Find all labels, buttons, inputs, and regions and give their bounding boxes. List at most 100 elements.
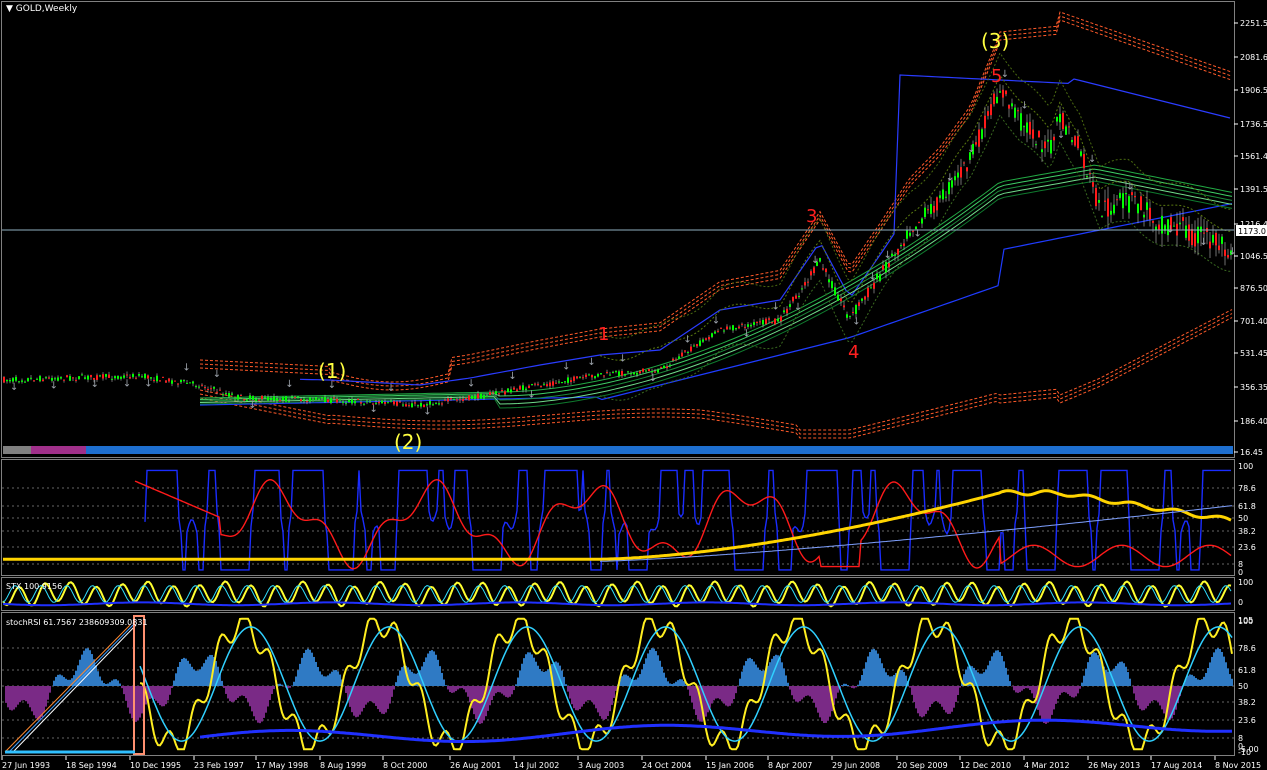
candle-body[interactable] — [513, 387, 515, 390]
candle-body[interactable] — [402, 404, 404, 406]
candle-body[interactable] — [405, 404, 407, 407]
candle-body[interactable] — [213, 387, 215, 389]
candle-body[interactable] — [495, 391, 497, 394]
candle-body[interactable] — [396, 401, 398, 406]
candle-body[interactable] — [345, 402, 347, 404]
candle-body[interactable] — [597, 374, 599, 377]
candle-body[interactable] — [999, 91, 1001, 93]
candle-body[interactable] — [894, 254, 896, 256]
candle-body[interactable] — [1137, 203, 1139, 214]
signal-arrow-icon[interactable]: ↓ — [771, 301, 779, 312]
candle-body[interactable] — [348, 399, 350, 403]
candle-body[interactable] — [1008, 104, 1010, 109]
candle-body[interactable] — [858, 302, 860, 307]
candle-body[interactable] — [948, 182, 950, 195]
candle-body[interactable] — [1095, 188, 1097, 207]
candle-body[interactable] — [54, 378, 56, 380]
candle-body[interactable] — [219, 389, 221, 391]
candle-body[interactable] — [633, 372, 635, 375]
candle-body[interactable] — [201, 384, 203, 386]
candle-body[interactable] — [429, 400, 431, 405]
candle-body[interactable] — [852, 312, 854, 314]
candle-body[interactable] — [549, 382, 551, 387]
candle-body[interactable] — [831, 281, 833, 289]
candle-body[interactable] — [486, 396, 488, 398]
candle-body[interactable] — [216, 391, 218, 393]
candle-body[interactable] — [657, 369, 659, 373]
candle-body[interactable] — [66, 375, 68, 378]
candle-body[interactable] — [1092, 182, 1094, 187]
candle-body[interactable] — [84, 377, 86, 379]
candle-body[interactable] — [186, 382, 188, 384]
candle-body[interactable] — [369, 401, 371, 403]
candle-body[interactable] — [768, 318, 770, 320]
candle-body[interactable] — [1203, 232, 1205, 234]
candle-body[interactable] — [906, 230, 908, 239]
candle-body[interactable] — [42, 379, 44, 382]
candle-body[interactable] — [111, 378, 113, 380]
candle-body[interactable] — [468, 395, 470, 401]
signal-arrow-icon[interactable]: ↓ — [423, 407, 431, 418]
candle-body[interactable] — [753, 322, 755, 325]
signal-arrow-icon[interactable]: ↓ — [967, 144, 975, 155]
candle-body[interactable] — [966, 167, 968, 172]
candle-body[interactable] — [27, 378, 29, 382]
signal-arrow-icon[interactable]: ↓ — [1020, 100, 1028, 111]
candle-body[interactable] — [777, 318, 779, 322]
candle-body[interactable] — [993, 93, 995, 105]
candle-body[interactable] — [276, 398, 278, 401]
candle-body[interactable] — [153, 380, 155, 382]
signal-arrow-icon[interactable]: ↓ — [562, 361, 570, 372]
candle-body[interactable] — [927, 209, 929, 211]
candle-body[interactable] — [627, 371, 629, 373]
mt4-chart-window[interactable]: ↓ ↓ ↓ ↓ ↓↓↓↓↓ ↓↓↓↓↓↓↓↓ ↓ ↓↓↓↓↓↓ ↓↓↓↓↓↓↓↓↓↓↓↓↓↓↓↓… — [0, 0, 1267, 770]
candle-body[interactable] — [885, 262, 887, 273]
candle-body[interactable] — [924, 207, 926, 218]
signal-arrow-icon[interactable]: ↓ — [91, 379, 99, 390]
candle-body[interactable] — [579, 377, 581, 379]
candle-body[interactable] — [318, 398, 320, 400]
candle-body[interactable] — [930, 204, 932, 214]
candle-body[interactable] — [903, 243, 905, 246]
candle-body[interactable] — [606, 371, 608, 373]
candle-body[interactable] — [60, 377, 62, 379]
candle-body[interactable] — [1029, 121, 1031, 135]
candle-body[interactable] — [546, 384, 548, 387]
candle-body[interactable] — [543, 383, 545, 385]
candle-body[interactable] — [732, 325, 734, 331]
candle-body[interactable] — [1140, 196, 1142, 211]
candle-body[interactable] — [1221, 236, 1223, 244]
candle-body[interactable] — [339, 399, 341, 401]
candle-body[interactable] — [660, 366, 662, 368]
candle-body[interactable] — [1131, 192, 1133, 196]
candle-body[interactable] — [648, 369, 650, 372]
candle-body[interactable] — [177, 383, 179, 385]
candle-body[interactable] — [1032, 129, 1034, 139]
candle-body[interactable] — [312, 399, 314, 401]
candle-body[interactable] — [735, 328, 737, 330]
candle-body[interactable] — [828, 279, 830, 283]
candle-body[interactable] — [696, 344, 698, 347]
candle-body[interactable] — [1026, 122, 1028, 133]
candle-body[interactable] — [1128, 196, 1130, 213]
candle-body[interactable] — [1104, 200, 1106, 202]
candle-body[interactable] — [120, 376, 122, 379]
signal-arrow-icon[interactable]: ↓ — [144, 379, 152, 390]
candle-body[interactable] — [798, 296, 800, 298]
candle-body[interactable] — [600, 373, 602, 375]
candle-body[interactable] — [1149, 207, 1151, 220]
candle-body[interactable] — [531, 384, 533, 386]
candle-body[interactable] — [1041, 149, 1043, 153]
candle-body[interactable] — [1116, 199, 1118, 201]
candle-body[interactable] — [384, 402, 386, 404]
candle-body[interactable] — [282, 396, 284, 401]
candle-body[interactable] — [195, 385, 197, 387]
candle-body[interactable] — [558, 381, 560, 383]
candle-body[interactable] — [336, 398, 338, 403]
candle-body[interactable] — [183, 380, 185, 382]
candle-body[interactable] — [792, 296, 794, 302]
candle-body[interactable] — [174, 380, 176, 382]
candle-body[interactable] — [435, 403, 437, 405]
candle-body[interactable] — [729, 327, 731, 329]
candle-body[interactable] — [669, 364, 671, 367]
